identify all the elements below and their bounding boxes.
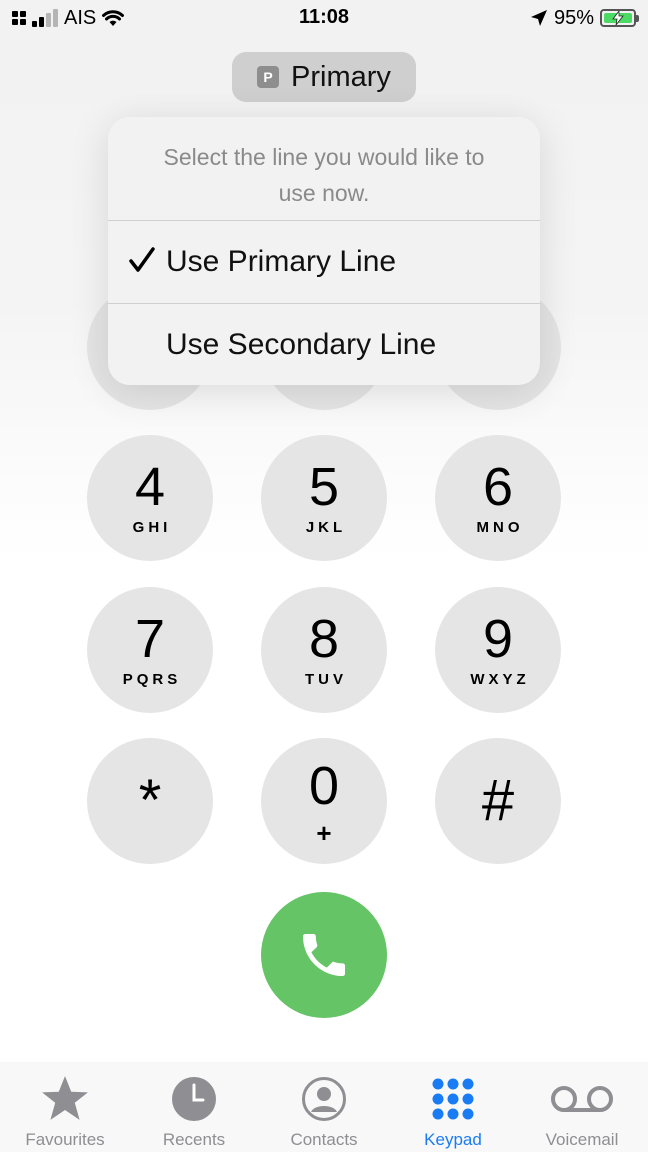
line-selector-button[interactable]: P Primary xyxy=(232,52,416,102)
menu-option-label: Use Secondary Line xyxy=(166,327,437,361)
key-9[interactable]: 9 WXYZ xyxy=(435,587,561,713)
key-digit: * xyxy=(138,768,162,833)
key-digit: # xyxy=(481,768,515,833)
key-digit: 7 xyxy=(134,609,166,669)
location-arrow-icon xyxy=(530,10,547,26)
key-letters: + xyxy=(316,818,332,848)
key-hash[interactable]: # xyxy=(435,738,561,864)
status-right: 95% xyxy=(530,6,639,30)
key-0[interactable]: 0 + xyxy=(261,738,387,864)
charging-bolt-icon xyxy=(612,11,624,25)
key-8[interactable]: 8 TUV xyxy=(261,587,387,713)
key-digit: 6 xyxy=(482,457,514,517)
tab-keypad[interactable]: Keypad xyxy=(388,1062,518,1152)
key-digit: 0 xyxy=(308,756,340,816)
checkmark-icon xyxy=(129,247,155,272)
key-6[interactable]: 6 MNO xyxy=(435,435,561,561)
key-letters: GHI xyxy=(132,519,172,536)
key-letters: PQRS xyxy=(122,671,182,688)
line-selection-menu: Select the line you would like to use no… xyxy=(108,117,540,385)
use-secondary-line-option[interactable]: Use Secondary Line xyxy=(108,303,540,385)
key-star[interactable]: * xyxy=(87,738,213,864)
use-primary-line-option[interactable]: Use Primary Line xyxy=(108,221,540,303)
phone-icon xyxy=(303,934,345,976)
person-icon xyxy=(302,1077,346,1121)
tab-label: Favourites xyxy=(25,1130,105,1149)
call-button[interactable] xyxy=(261,892,387,1018)
tab-contacts[interactable]: Contacts xyxy=(259,1062,389,1152)
battery-icon xyxy=(600,9,639,27)
menu-option-label: Use Primary Line xyxy=(166,245,397,278)
line-badge: P xyxy=(257,66,280,88)
key-digit: 8 xyxy=(308,609,340,669)
tab-recents[interactable]: Recents xyxy=(129,1062,259,1152)
clock-icon xyxy=(172,1077,216,1121)
key-digit: 5 xyxy=(308,457,340,517)
keypad-icon xyxy=(432,1078,474,1120)
star-icon xyxy=(42,1076,88,1120)
key-letters: TUV xyxy=(305,671,347,688)
battery-percent: 95% xyxy=(553,6,594,29)
tab-label: Recents xyxy=(162,1130,226,1149)
status-bar: AIS 11:08 95% xyxy=(0,0,648,40)
key-7[interactable]: 7 PQRS xyxy=(87,587,213,713)
phone-screen: AIS 11:08 95% P Primary 4 GHI 5 JKL 6 MN… xyxy=(0,0,648,1152)
key-digit: 4 xyxy=(134,457,166,517)
key-digit: 9 xyxy=(482,609,514,669)
tab-voicemail[interactable]: Voicemail xyxy=(517,1062,647,1152)
tab-label: Voicemail xyxy=(545,1130,619,1149)
tab-bar: Favourites Recents Contacts Keypad Voice… xyxy=(0,1062,648,1152)
key-4[interactable]: 4 GHI xyxy=(87,435,213,561)
voicemail-icon xyxy=(551,1086,613,1112)
key-letters: MNO xyxy=(476,519,524,536)
key-letters: JKL xyxy=(305,519,347,536)
menu-prompt: Select the line you would like to use no… xyxy=(108,117,540,221)
key-5[interactable]: 5 JKL xyxy=(261,435,387,561)
tab-label: Contacts xyxy=(290,1130,358,1149)
key-letters: WXYZ xyxy=(470,671,530,688)
tab-favourites[interactable]: Favourites xyxy=(0,1062,130,1152)
tab-label: Keypad xyxy=(424,1130,482,1149)
line-selector-label: Primary xyxy=(291,60,391,93)
